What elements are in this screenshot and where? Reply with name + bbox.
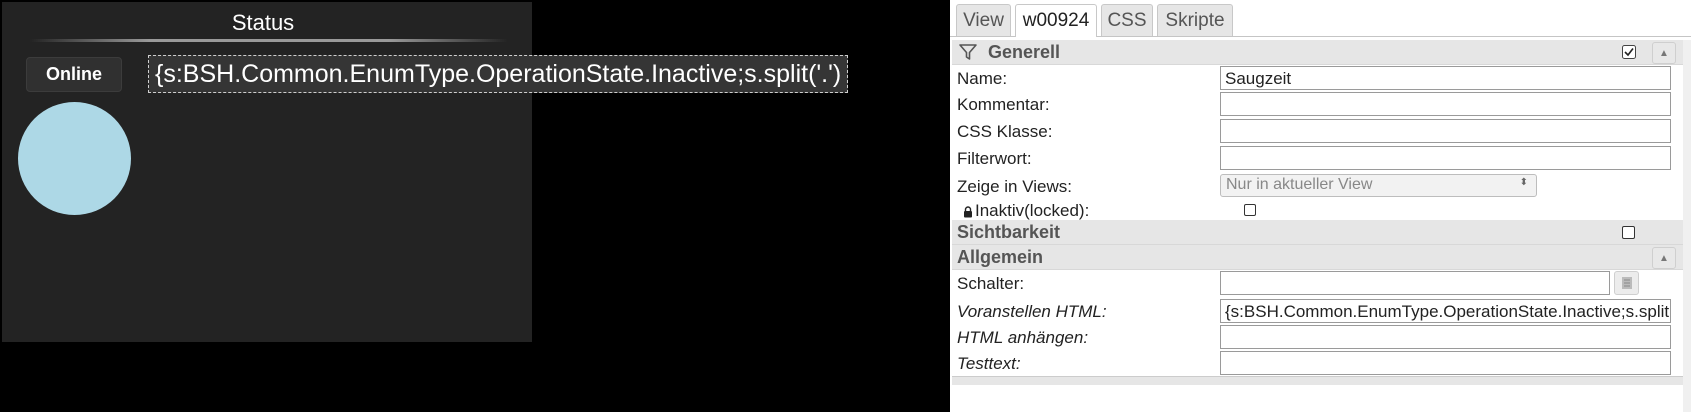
status-circle [18,102,131,215]
filterwort-label: Filterwort: [957,149,1032,168]
css-klasse-input[interactable] [1220,119,1671,143]
testtext-label: Testtext: [957,354,1021,373]
scrollbar[interactable] [1683,40,1691,412]
tab-view[interactable]: View [956,4,1011,36]
section-title: Allgemein [957,247,1044,267]
tab-skripte[interactable]: Skripte [1157,4,1233,36]
select-arrow-icon: ⬍ [1519,177,1528,188]
section-sichtbarkeit[interactable]: Sichtbarkeit [952,220,1684,245]
css-klasse-label: CSS Klasse: [957,122,1053,141]
inaktiv-checkbox[interactable] [1244,204,1256,216]
status-widget[interactable]: Status Online [2,2,532,342]
anhaengen-input[interactable] [1220,325,1671,349]
filterwort-input[interactable] [1220,146,1671,170]
tab-widget[interactable]: w00924 [1015,4,1097,37]
checkbox-icon[interactable] [1622,45,1636,64]
zeige-label: Zeige in Views: [957,177,1072,196]
schalter-label: Schalter: [957,274,1025,293]
collapse-up-icon[interactable]: ▲ [1652,42,1676,64]
section-allgemein[interactable]: Allgemein ▲ [952,245,1684,270]
properties-panel: View w00924 CSS Skripte Generell ▲ Name:… [950,0,1691,412]
inaktiv-label: Inaktiv(locked): [975,201,1090,220]
tab-bar: View w00924 CSS Skripte [950,0,1691,37]
section-title: Sichtbarkeit [957,222,1061,242]
zeige-select[interactable]: Nur in aktueller View ⬍ [1220,174,1537,197]
collapse-up-icon[interactable]: ▲ [1652,247,1676,269]
zeige-select-value: Nur in aktueller View [1226,176,1373,193]
properties-scroll-area: Generell ▲ Name: Saugzeit Kommentar: CSS… [952,40,1684,412]
voranstellen-input[interactable]: {s:BSH.Common.EnumType.OperationState.In… [1220,299,1671,323]
tab-css[interactable]: CSS [1101,4,1153,36]
selected-html-widget[interactable]: {s:BSH.Common.EnumType.OperationState.In… [148,55,849,93]
name-input[interactable]: Saugzeit [1220,66,1671,90]
sichtbarkeit-checkbox[interactable] [1622,226,1635,239]
title-divider [30,39,508,42]
widget-title: Status [231,10,295,35]
next-section-header[interactable] [952,376,1684,385]
name-label: Name: [957,69,1008,88]
voranstellen-label: Voranstellen HTML: [957,302,1107,321]
kommentar-label: Kommentar: [957,95,1050,114]
section-generell[interactable]: Generell ▲ [952,40,1684,65]
online-button[interactable]: Online [26,57,122,92]
section-title: Generell [988,42,1061,62]
kommentar-input[interactable] [1220,92,1671,116]
list-select-icon[interactable] [1614,271,1639,295]
schalter-input[interactable] [1220,271,1610,295]
anhaengen-label: HTML anhängen: [957,328,1089,347]
testtext-input[interactable] [1220,351,1671,375]
view-canvas: Status Online {s:BSH.Common.EnumType.Ope… [0,0,950,412]
filter-icon[interactable] [958,42,978,67]
